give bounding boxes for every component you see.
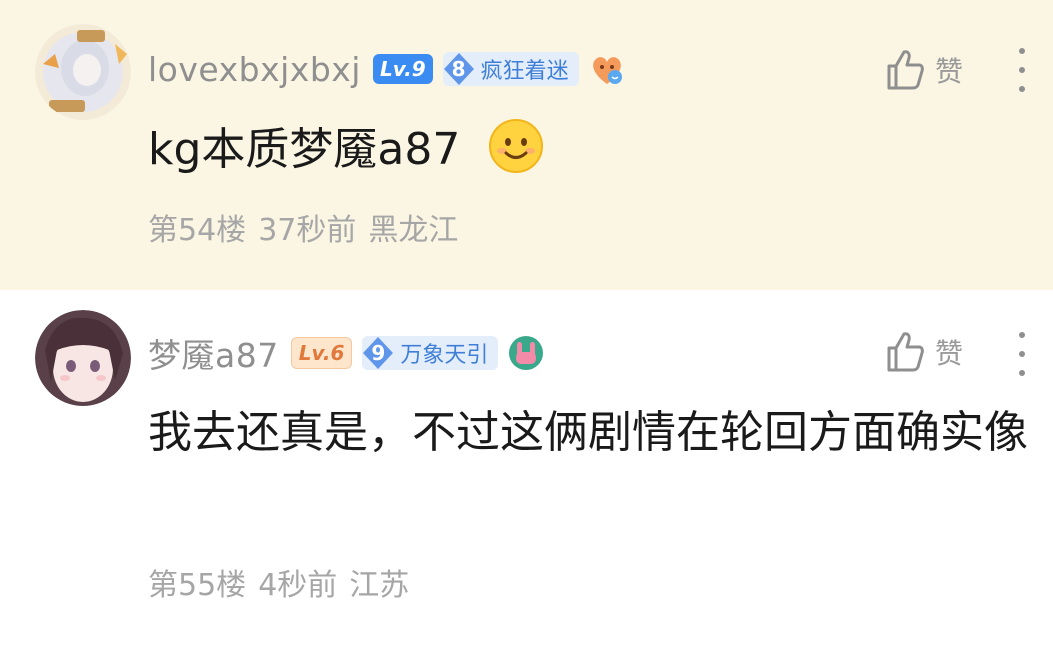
- comment-meta: 第55楼 4秒前 江苏: [148, 560, 409, 604]
- rock-hand-emoji-icon: [509, 336, 544, 370]
- like-label: 赞: [934, 55, 963, 88]
- avatar[interactable]: [35, 24, 131, 120]
- fan-level-number: 8: [451, 57, 466, 81]
- like-label: 赞: [934, 337, 963, 370]
- avatar-image: [35, 310, 131, 406]
- fan-level-diamond-icon: 9: [362, 336, 394, 370]
- username[interactable]: 梦魇a87: [148, 329, 279, 377]
- fan-badge-name: 疯狂着迷: [480, 59, 569, 84]
- avatar-image: [35, 24, 131, 120]
- comment-item: 梦魇a87 Lv.6 9 万象天引 赞 我去还真是，不过这俩剧情在轮回方面确实像…: [0, 290, 1053, 646]
- level-badge: Lv.9: [372, 54, 433, 84]
- comment-item: lovexbxjxbxj Lv.9 8 疯狂着迷 赞 kg本质梦魇a87 第54…: [0, 0, 1053, 290]
- fan-badge-name: 万象天引: [400, 343, 489, 368]
- level-badge: Lv.6: [290, 337, 353, 369]
- post-time: 37秒前: [258, 213, 357, 248]
- ip-location: 江苏: [349, 568, 410, 603]
- ip-location: 黑龙江: [368, 213, 459, 248]
- comment-content: 我去还真是，不过这俩剧情在轮回方面确实像: [148, 407, 1028, 458]
- fan-level-number: 9: [371, 341, 386, 365]
- comment-header: lovexbxjxbxj Lv.9 8 疯狂着迷: [148, 46, 625, 92]
- floor-number: 第54楼: [148, 213, 247, 248]
- like-button[interactable]: 赞: [885, 48, 963, 92]
- post-time: 4秒前: [258, 568, 338, 603]
- smile-emoji-icon: [489, 119, 544, 173]
- fan-level-diamond-icon: 8: [443, 52, 475, 86]
- avatar[interactable]: [35, 310, 131, 406]
- comment-content: kg本质梦魇a87: [148, 118, 544, 181]
- heart-face-emoji-icon: [592, 57, 622, 84]
- more-vertical-icon[interactable]: [1015, 332, 1029, 376]
- thumbs-up-icon: [887, 50, 924, 90]
- floor-number: 第55楼: [148, 568, 247, 603]
- thumbs-up-icon: [887, 332, 924, 372]
- more-vertical-icon[interactable]: [1015, 48, 1029, 92]
- comment-text: kg本质梦魇a87: [148, 124, 461, 175]
- username[interactable]: lovexbxjxbxj: [148, 50, 361, 89]
- like-button[interactable]: 赞: [885, 330, 963, 374]
- comment-meta: 第54楼 37秒前 黑龙江: [148, 205, 458, 249]
- comment-header: 梦魇a87 Lv.6 9 万象天引: [148, 330, 544, 376]
- fan-badge[interactable]: 9 万象天引: [362, 336, 499, 370]
- fan-badge[interactable]: 8 疯狂着迷: [442, 52, 579, 86]
